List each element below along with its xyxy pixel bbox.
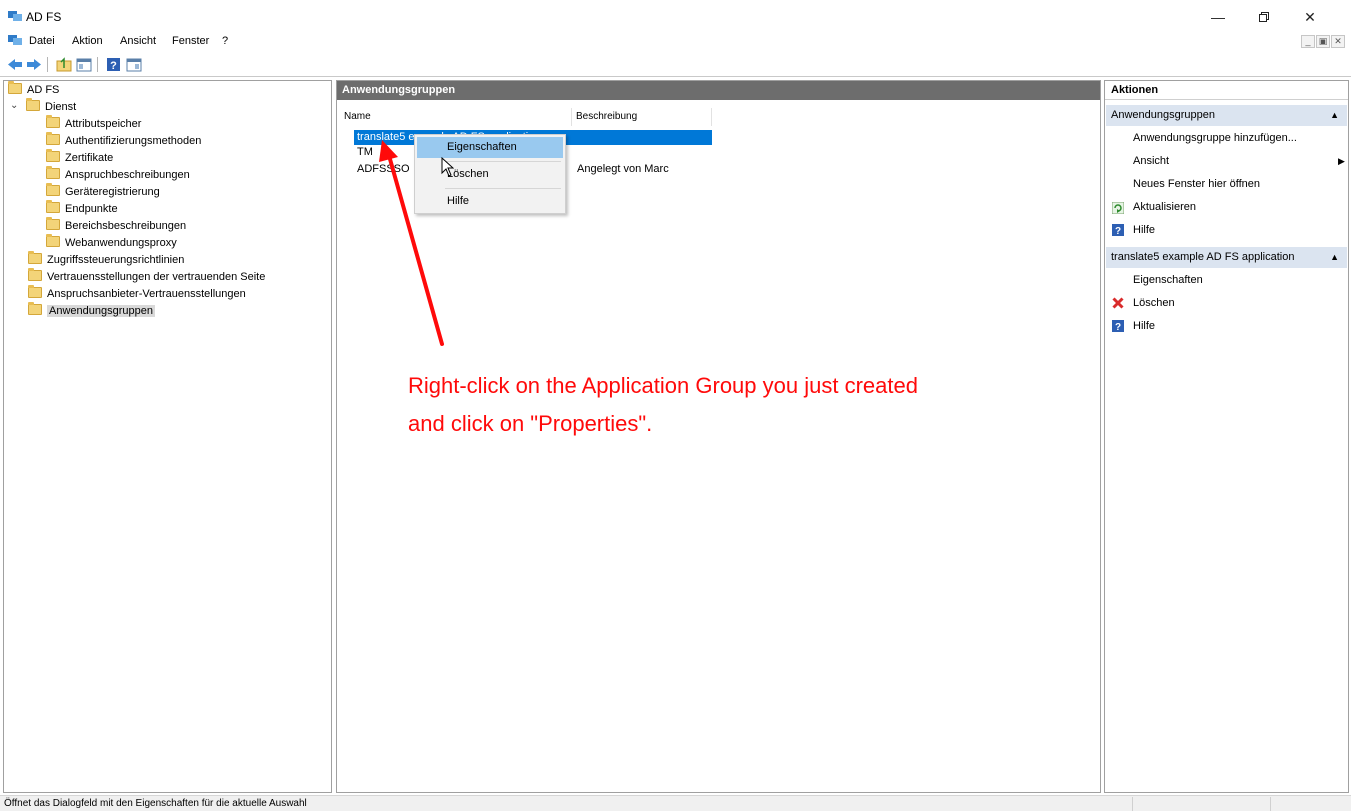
help-icon: ? <box>1112 320 1124 332</box>
status-segment <box>1132 797 1270 811</box>
menu-help[interactable]: ? <box>222 35 228 47</box>
folder-icon <box>46 217 60 230</box>
svg-text:?: ? <box>110 60 117 72</box>
annotation-line-1: Right-click on the Application Group you… <box>408 373 918 398</box>
restore-icon <box>1259 12 1269 22</box>
tree-item-webanwendungsproxy[interactable]: Webanwendungsproxy <box>46 234 177 252</box>
menu-bar: Datei Aktion Ansicht Fenster ? _ ▣ ✕ <box>0 32 1351 51</box>
folder-icon <box>46 234 60 247</box>
action-neues-fenster[interactable]: Neues Fenster hier öffnen <box>1133 173 1260 196</box>
annotation-line-2: and click on "Properties". <box>408 411 653 436</box>
help-icon: ? <box>1112 224 1124 236</box>
folder-icon <box>28 251 42 264</box>
mdi-restore-button[interactable]: ▣ <box>1316 35 1330 48</box>
menu-ansicht[interactable]: Ansicht <box>120 35 156 47</box>
action-eigenschaften[interactable]: Eigenschaften <box>1133 269 1203 292</box>
menu-fenster[interactable]: Fenster <box>172 35 209 47</box>
menu-datei[interactable]: Datei <box>29 35 55 47</box>
svg-text:?: ? <box>1115 322 1121 332</box>
status-bar: Öffnet das Dialogfeld mit den Eigenschaf… <box>0 795 1351 811</box>
folder-icon <box>28 302 42 315</box>
tree-item-dienst[interactable]: Dienst <box>26 98 76 116</box>
tree-item-zertifikate[interactable]: Zertifikate <box>46 149 113 167</box>
console-tree: AD FS ⌄ Dienst Attributspeicher Authenti… <box>3 80 332 793</box>
tree-item-adfs[interactable]: AD FS <box>8 81 59 99</box>
up-folder-icon[interactable] <box>55 56 73 73</box>
restore-button[interactable] <box>1244 6 1284 28</box>
folder-icon <box>46 132 60 145</box>
show-action-pane-icon[interactable] <box>125 56 143 73</box>
toolbar-separator <box>97 57 98 72</box>
tree-item-vertrauensstellungen[interactable]: Vertrauensstellungen der vertrauenden Se… <box>28 268 265 286</box>
window-title: AD FS <box>26 10 62 24</box>
back-arrow-icon[interactable] <box>6 56 24 73</box>
mmc-menu-icon[interactable] <box>8 34 22 46</box>
folder-icon <box>46 166 60 179</box>
tree-item-zugriffssteuerungsrichtlinien[interactable]: Zugriffssteuerungsrichtlinien <box>28 251 184 269</box>
column-header-name[interactable]: Name <box>340 108 572 126</box>
refresh-icon <box>1112 202 1124 214</box>
folder-icon <box>46 200 60 213</box>
actions-section-anwendungsgruppen[interactable]: Anwendungsgruppen ▲ <box>1106 105 1347 126</box>
action-aktualisieren[interactable]: Aktualisieren <box>1133 196 1196 219</box>
action-ansicht[interactable]: Ansicht ▶ <box>1133 150 1345 173</box>
tree-item-endpunkte[interactable]: Endpunkte <box>46 200 118 218</box>
tree-item-anspruchsanbieter[interactable]: Anspruchsanbieter-Vertrauensstellungen <box>28 285 246 303</box>
action-hilfe[interactable]: Hilfe <box>1133 219 1155 242</box>
action-anwendungsgruppe-hinzufuegen[interactable]: Anwendungsgruppe hinzufügen... <box>1133 127 1297 150</box>
results-pane-header: Anwendungsgruppen <box>337 81 1100 100</box>
menu-aktion[interactable]: Aktion <box>72 35 103 47</box>
collapse-arrow-icon[interactable]: ▲ <box>1330 247 1339 268</box>
context-menu-separator <box>445 188 561 189</box>
actions-section-translate5[interactable]: translate5 example AD FS application ▲ <box>1106 247 1347 268</box>
collapse-chevron-icon[interactable]: ⌄ <box>10 100 18 111</box>
action-hilfe-2[interactable]: Hilfe <box>1133 315 1155 338</box>
forward-arrow-icon[interactable] <box>25 56 43 73</box>
toolbar: ? <box>0 53 1351 77</box>
status-text: Öffnet das Dialogfeld mit den Eigenschaf… <box>4 798 307 809</box>
tree-item-authentifizierungsmethoden[interactable]: Authentifizierungsmethoden <box>46 132 201 150</box>
tree-item-bereichsbeschreibungen[interactable]: Bereichsbeschreibungen <box>46 217 186 235</box>
folder-icon <box>46 115 60 128</box>
folder-icon <box>46 149 60 162</box>
mdi-minimize-button[interactable]: _ <box>1301 35 1315 48</box>
minimize-button[interactable]: — <box>1198 6 1238 28</box>
folder-icon <box>8 81 22 94</box>
tree-item-anspruchbeschreibungen[interactable]: Anspruchbeschreibungen <box>46 166 190 184</box>
context-menu-separator <box>445 161 561 162</box>
annotation-text: Right-click on the Application Group you… <box>408 367 1068 443</box>
tree-item-anwendungsgruppen[interactable]: Anwendungsgruppen <box>28 302 155 320</box>
actions-pane-header: Aktionen <box>1105 81 1348 100</box>
help-icon[interactable]: ? <box>105 56 123 73</box>
collapse-arrow-icon[interactable]: ▲ <box>1330 105 1339 126</box>
submenu-arrow-icon: ▶ <box>1338 156 1345 166</box>
folder-icon <box>26 98 40 111</box>
title-bar: AD FS — ✕ <box>0 0 1351 32</box>
mdi-window-controls: _ ▣ ✕ <box>1301 35 1345 48</box>
status-segment <box>1270 797 1351 811</box>
svg-text:?: ? <box>1115 226 1121 236</box>
folder-icon <box>46 183 60 196</box>
tree-item-geraeteregistrierung[interactable]: Geräteregistrierung <box>46 183 160 201</box>
tree-item-attributspeicher[interactable]: Attributspeicher <box>46 115 141 133</box>
close-button[interactable]: ✕ <box>1290 6 1330 28</box>
delete-x-icon <box>1112 297 1124 309</box>
folder-icon <box>28 285 42 298</box>
column-header-beschreibung[interactable]: Beschreibung <box>572 108 712 126</box>
list-item-adfssso-description: Angelegt von Marc <box>577 163 669 175</box>
action-loeschen[interactable]: Löschen <box>1133 292 1175 315</box>
folder-icon <box>28 268 42 281</box>
toolbar-separator <box>47 57 48 72</box>
show-hide-tree-icon[interactable] <box>75 56 93 73</box>
actions-pane: Aktionen Anwendungsgruppen ▲ Anwendungsg… <box>1104 80 1349 793</box>
annotation-arrow-icon <box>379 140 444 346</box>
adfs-app-icon <box>8 11 22 21</box>
mdi-close-button[interactable]: ✕ <box>1331 35 1345 48</box>
